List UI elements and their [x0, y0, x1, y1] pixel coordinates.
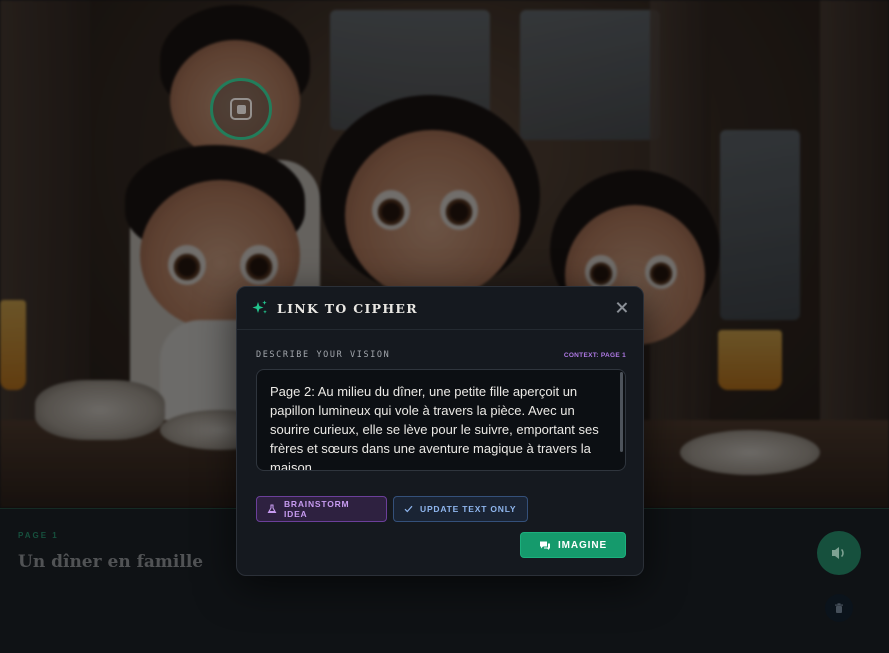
check-icon	[404, 505, 413, 513]
link-to-cipher-dialog: LINK TO CIPHER DESCRIBE YOUR VISION CONT…	[236, 286, 644, 576]
brainstorm-label: BRAINSTORM IDEA	[283, 499, 350, 519]
imagine-button[interactable]: IMAGINE	[520, 532, 626, 558]
update-text-only-button[interactable]: UPDATE TEXT ONLY	[393, 496, 528, 522]
app-stage: PAGE 1 Un dîner en famille LINK TO CIPHE…	[0, 0, 889, 653]
update-label: UPDATE TEXT ONLY	[420, 504, 517, 514]
brainstorm-idea-button[interactable]: BRAINSTORM IDEA	[256, 496, 387, 522]
context-badge: CONTEXT: PAGE 1	[563, 351, 626, 359]
sparkle-icon	[252, 300, 267, 314]
imagine-label: IMAGINE	[557, 539, 608, 551]
flask-icon	[267, 504, 277, 514]
chat-bubble-icon	[539, 541, 550, 550]
close-icon[interactable]	[615, 301, 629, 315]
vision-field-label: DESCRIBE YOUR VISION	[256, 350, 391, 360]
textarea-scrollbar[interactable]	[620, 372, 623, 452]
vision-textarea[interactable]: Page 2: Au milieu du dîner, une petite f…	[256, 369, 626, 471]
dialog-header: LINK TO CIPHER	[237, 287, 643, 330]
dialog-title: LINK TO CIPHER	[277, 300, 418, 316]
